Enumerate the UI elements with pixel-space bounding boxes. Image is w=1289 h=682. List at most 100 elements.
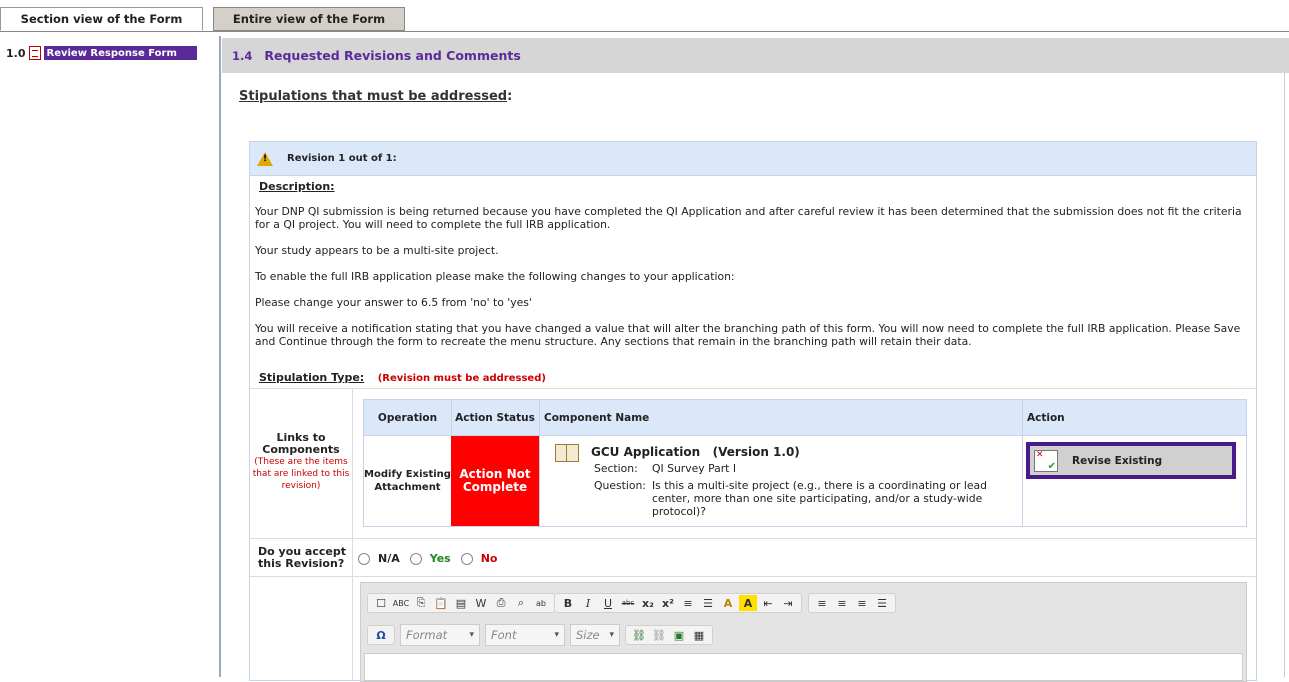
header-operation: Operation <box>377 411 438 424</box>
stipulations-title-text: Stipulations that must be addressed <box>239 89 508 104</box>
header-component-name: Component Name <box>544 411 650 424</box>
action-status-badge: Action Not Complete <box>451 436 539 526</box>
align-center-icon[interactable]: ≡ <box>833 595 851 611</box>
italic-icon[interactable]: I <box>579 595 597 611</box>
radio-no-label[interactable]: No <box>481 552 498 565</box>
links-note: (These are the items that are linked to … <box>252 457 350 491</box>
underline-icon[interactable]: U <box>599 595 617 611</box>
new-page-icon[interactable]: ☐ <box>372 595 390 611</box>
form-view-tabs: Section view of the Form Entire view of … <box>0 0 1289 32</box>
stipulation-type: Stipulation Type: (Revision must be addr… <box>259 371 546 384</box>
revise-icon <box>1034 449 1058 472</box>
radio-na-label[interactable]: N/A <box>378 552 400 565</box>
numbered-list-icon[interactable]: ≡ <box>679 595 697 611</box>
column-divider <box>539 400 540 526</box>
revision-panel: Revision 1 out of 1: Description: Your D… <box>249 141 1257 682</box>
accept-revision-options: N/A Yes No <box>358 552 507 565</box>
radio-yes[interactable] <box>409 552 422 565</box>
revise-existing-label: Revise Existing <box>1072 454 1163 467</box>
link-icon[interactable]: ⛓ <box>630 627 648 643</box>
outdent-icon[interactable]: ⇤ <box>759 595 777 611</box>
stipulation-type-value: (Revision must be addressed) <box>377 373 546 384</box>
toolbar-group-align: ≡ ≡ ≡ ☰ <box>808 593 896 613</box>
bold-icon[interactable]: B <box>559 595 577 611</box>
toolbar-group-format: B I U abc x₂ x² ≡ ☰ A A ⇤ ⇥ <box>555 593 802 613</box>
stipulation-type-label: Stipulation Type: <box>259 371 365 384</box>
size-dropdown[interactable]: Size <box>570 624 620 646</box>
spellcheck-icon[interactable]: ABC <box>392 595 410 611</box>
unlink-icon[interactable]: ⛓ <box>650 627 668 643</box>
stipulations-title: Stipulations that must be addressed: <box>239 89 512 104</box>
bulleted-list-icon[interactable]: ☰ <box>699 595 717 611</box>
links-label: Links to Components <box>262 431 340 456</box>
find-icon[interactable]: ⌕ <box>512 595 530 611</box>
description-label: Description: <box>259 180 335 193</box>
toolbar-group-special: Ω <box>367 625 395 645</box>
accept-revision-label: Do you accept this Revision? <box>258 545 346 570</box>
revision-header-text: Revision 1 out of 1: <box>287 153 397 164</box>
section-label: Section: <box>594 462 638 475</box>
section-number: 1.4 <box>232 48 253 63</box>
subscript-icon[interactable]: x₂ <box>639 595 657 611</box>
radio-yes-label[interactable]: Yes <box>430 552 451 565</box>
revise-existing-button[interactable]: Revise Existing <box>1026 442 1236 479</box>
superscript-icon[interactable]: x² <box>659 595 677 611</box>
copy-icon[interactable]: ⎘ <box>412 595 430 611</box>
nav-item-number: 1.0 <box>6 46 26 60</box>
description-paragraph: Please change your answer to 6.5 from 'n… <box>255 296 532 309</box>
paste-word-icon[interactable]: W <box>472 595 490 611</box>
row-divider <box>250 538 1256 539</box>
nav-item-label[interactable]: Review Response Form <box>43 46 197 60</box>
rich-text-editor: ☐ ABC ⎘ 📋 ▤ W ⎙ ⌕ ab B I U abc x₂ x² ≡ ☰… <box>360 582 1247 682</box>
component-table-header: Operation Action Status Component Name A… <box>364 400 1246 436</box>
align-right-icon[interactable]: ≡ <box>853 595 871 611</box>
row-divider <box>250 388 1256 389</box>
description-paragraph: To enable the full IRB application pleas… <box>255 270 735 283</box>
replace-icon[interactable]: ab <box>532 595 550 611</box>
nav-item-review-response[interactable]: 1.0 Review Response Form <box>6 44 197 62</box>
align-left-icon[interactable]: ≡ <box>813 595 831 611</box>
tab-divider <box>0 31 1289 32</box>
warning-icon <box>257 151 273 166</box>
radio-no[interactable] <box>460 552 473 565</box>
paste-icon[interactable]: 📋 <box>432 595 450 611</box>
section-value: QI Survey Part I <box>652 462 737 475</box>
description-paragraph: Your DNP QI submission is being returned… <box>255 205 1242 231</box>
column-divider <box>352 388 353 680</box>
paste-text-icon[interactable]: ▤ <box>452 595 470 611</box>
content-divider <box>219 36 221 677</box>
strikethrough-icon[interactable]: abc <box>619 595 637 611</box>
description-paragraph: Your study appears to be a multi-site pr… <box>255 244 499 257</box>
background-color-icon[interactable]: A <box>739 595 757 611</box>
header-action: Action <box>1027 411 1065 424</box>
justify-icon[interactable]: ☰ <box>873 595 891 611</box>
toolbar-group-clipboard: ☐ ABC ⎘ 📋 ▤ W ⎙ ⌕ ab <box>367 593 555 613</box>
column-divider <box>1022 400 1023 526</box>
operation-cell: Modify Existing Attachment <box>364 469 451 493</box>
special-char-icon[interactable]: Ω <box>372 627 390 643</box>
editor-toolbar-row-2: Ω Format Font Size ⛓ ⛓ ▣ ▦ <box>367 624 719 646</box>
tab-section-view[interactable]: Section view of the Form <box>0 7 203 31</box>
section-title: Requested Revisions and Comments <box>264 48 521 63</box>
header-action-status: Action Status <box>455 411 535 424</box>
text-color-icon[interactable]: A <box>719 595 737 611</box>
format-dropdown[interactable]: Format <box>400 624 480 646</box>
description-paragraph: You will receive a notification stating … <box>255 322 1241 348</box>
revision-header: Revision 1 out of 1: <box>250 142 1256 176</box>
tab-entire-view[interactable]: Entire view of the Form <box>213 7 405 31</box>
table-icon[interactable]: ▦ <box>690 627 708 643</box>
image-icon[interactable]: ▣ <box>670 627 688 643</box>
indent-icon[interactable]: ⇥ <box>779 595 797 611</box>
toolbar-group-insert: ⛓ ⛓ ▣ ▦ <box>625 625 713 645</box>
question-label: Question: <box>594 479 646 492</box>
component-table: Operation Action Status Component Name A… <box>363 399 1247 527</box>
book-icon <box>555 444 579 462</box>
document-icon <box>28 46 41 60</box>
section-header: 1.4 Requested Revisions and Comments <box>222 38 1289 73</box>
print-icon[interactable]: ⎙ <box>492 595 510 611</box>
font-dropdown[interactable]: Font <box>485 624 565 646</box>
question-value: Is this a multi-site project (e.g., ther… <box>652 479 987 518</box>
radio-na[interactable] <box>358 552 370 565</box>
stipulations-title-colon: : <box>507 89 513 104</box>
editor-toolbar-row-1: ☐ ABC ⎘ 📋 ▤ W ⎙ ⌕ ab B I U abc x₂ x² ≡ ☰… <box>367 593 902 613</box>
